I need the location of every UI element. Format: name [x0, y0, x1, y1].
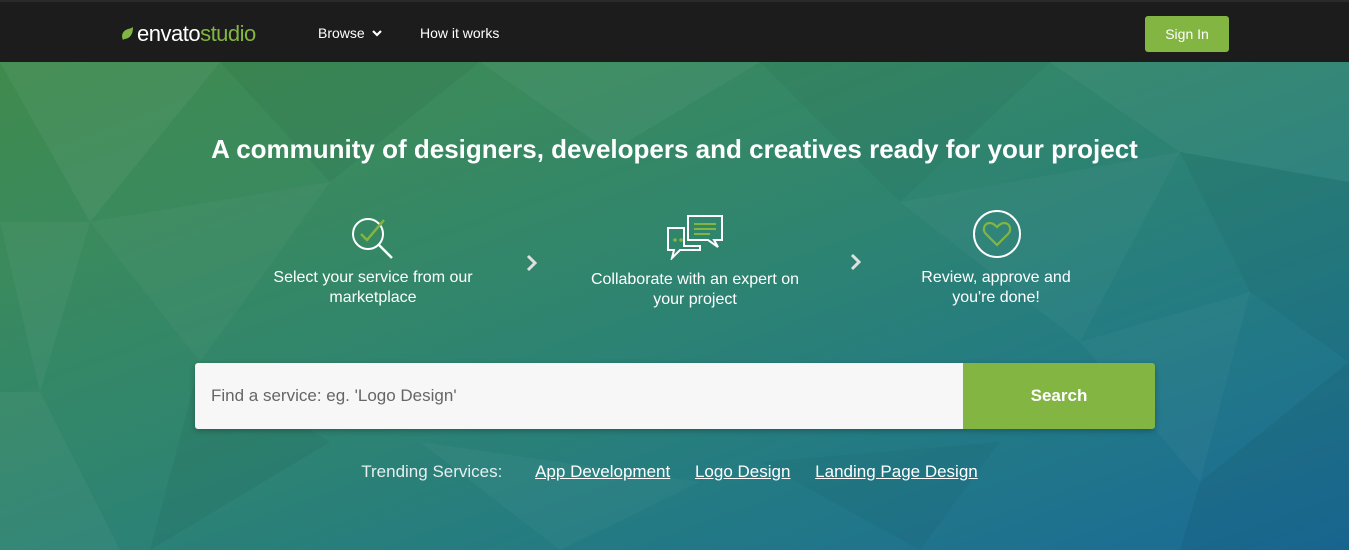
- envato-studio-logo[interactable]: envato studio: [120, 21, 256, 47]
- heart-circle-icon: [973, 210, 1021, 258]
- trending-link-landing-page-design[interactable]: Landing Page Design: [815, 462, 978, 481]
- logo-product-text: studio: [200, 21, 256, 46]
- step-review-approve-label: Review, approve and you're done!: [921, 269, 1071, 306]
- sign-in-button[interactable]: Sign In: [1145, 16, 1229, 52]
- service-search-form: Search: [195, 363, 1155, 429]
- hero-section: A community of designers, developers and…: [0, 62, 1349, 550]
- trending-link-app-development[interactable]: App Development: [535, 462, 670, 481]
- chevron-right-icon: [850, 253, 862, 271]
- trending-services: Trending Services: App Development Logo …: [0, 462, 1349, 482]
- browse-label: Browse: [318, 25, 365, 41]
- search-button[interactable]: Search: [963, 363, 1155, 429]
- search-input[interactable]: [195, 363, 963, 429]
- trending-label: Trending Services:: [361, 462, 503, 481]
- trending-link-logo-design[interactable]: Logo Design: [695, 462, 790, 481]
- step-select-service-label: Select your service from our marketplace: [273, 269, 473, 306]
- chevron-right-icon: [526, 254, 538, 272]
- chevron-down-icon: [371, 30, 382, 37]
- browse-menu[interactable]: Browse: [318, 25, 383, 41]
- step-collaborate-label: Collaborate with an expert on your proje…: [590, 271, 800, 308]
- how-it-works-link[interactable]: How it works: [420, 25, 499, 41]
- hero-headline: A community of designers, developers and…: [211, 134, 1138, 164]
- magnifier-check-icon: [352, 218, 393, 259]
- leaf-icon: [122, 27, 133, 40]
- logo-brand-text: envato: [137, 21, 201, 46]
- top-navigation-bar: envato studio Browse How it works Sign In: [0, 0, 1349, 62]
- chat-bubbles-icon: [667, 215, 723, 260]
